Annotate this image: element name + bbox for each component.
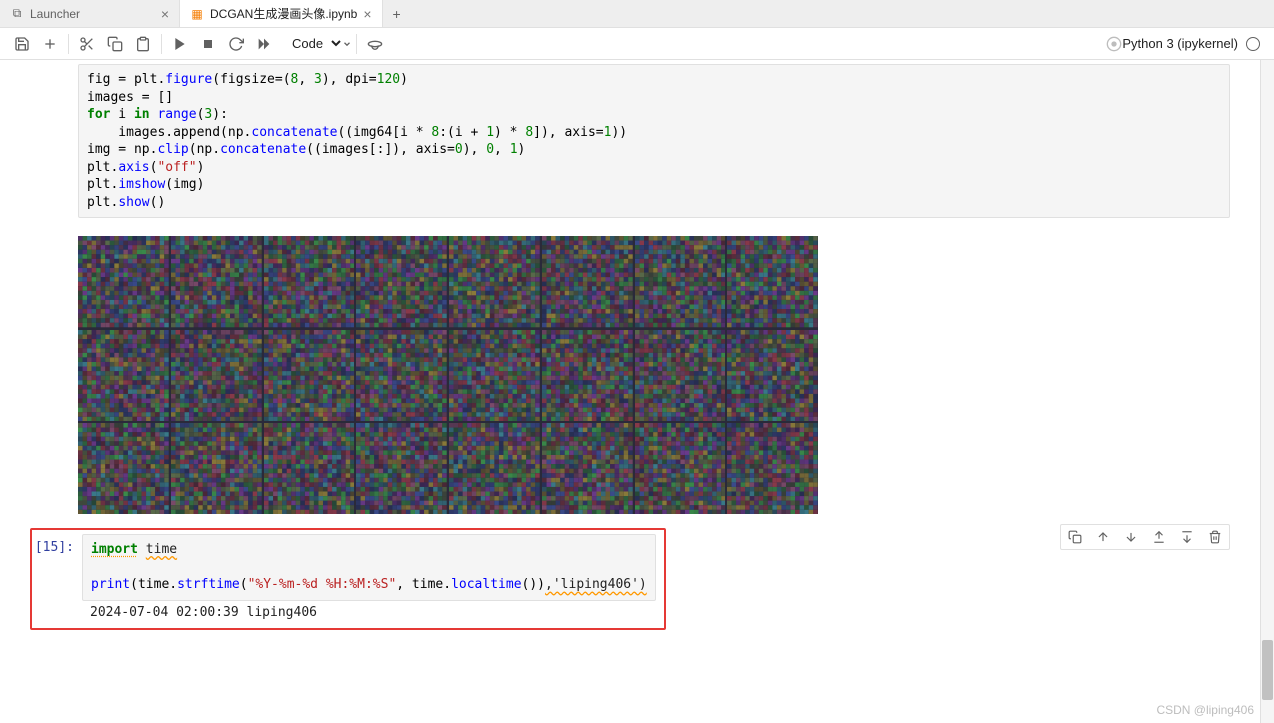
insert-above-button[interactable]: [1145, 525, 1173, 549]
insert-cell-button[interactable]: [36, 30, 64, 58]
code-input[interactable]: fig = plt.figure(figsize=(8, 3), dpi=120…: [78, 64, 1230, 218]
toolbar: Code Python 3 (ipykernel): [0, 28, 1274, 60]
restart-run-all-button[interactable]: [250, 30, 278, 58]
close-icon[interactable]: ×: [161, 6, 169, 22]
cell-output: [78, 218, 1230, 514]
code-input[interactable]: import time print(time.strftime("%Y-%m-%…: [82, 534, 656, 601]
notebook-content: fig = plt.figure(figsize=(8, 3), dpi=120…: [0, 60, 1260, 723]
paste-button[interactable]: [129, 30, 157, 58]
save-button[interactable]: [8, 30, 36, 58]
cell-prompt: [8, 64, 78, 524]
code-cell[interactable]: fig = plt.figure(figsize=(8, 3), dpi=120…: [0, 64, 1260, 524]
restart-button[interactable]: [222, 30, 250, 58]
delete-cell-button[interactable]: [1201, 525, 1229, 549]
cell-output-text: 2024-07-04 02:00:39 liping406: [82, 601, 656, 624]
scrollbar-thumb[interactable]: [1262, 640, 1273, 700]
tab-launcher[interactable]: ⧉ Launcher ×: [0, 0, 180, 27]
run-button[interactable]: [166, 30, 194, 58]
tab-label: Launcher: [30, 7, 80, 21]
watermark: CSDN @liping406: [1156, 703, 1254, 717]
close-icon[interactable]: ×: [363, 6, 371, 22]
trusted-icon: [1106, 36, 1122, 52]
add-tab-button[interactable]: +: [383, 0, 411, 27]
cell-type-select[interactable]: Code: [284, 33, 352, 54]
cut-button[interactable]: [73, 30, 101, 58]
cell-prompt: [15]:: [32, 534, 82, 624]
interrupt-button[interactable]: [194, 30, 222, 58]
kernel-name: Python 3 (ipykernel): [1122, 36, 1238, 51]
launcher-icon: ⧉: [10, 7, 24, 21]
kernel-selector[interactable]: Python 3 (ipykernel): [1122, 36, 1266, 51]
render-button[interactable]: [361, 30, 389, 58]
cell-type-dropdown[interactable]: Code: [284, 33, 344, 54]
output-image: [78, 236, 818, 514]
move-up-button[interactable]: [1089, 525, 1117, 549]
insert-below-button[interactable]: [1173, 525, 1201, 549]
duplicate-cell-button[interactable]: [1061, 525, 1089, 549]
notebook-icon: ▦: [190, 7, 204, 21]
move-down-button[interactable]: [1117, 525, 1145, 549]
tab-notebook[interactable]: ▦ DCGAN生成漫画头像.ipynb ×: [180, 0, 383, 27]
copy-button[interactable]: [101, 30, 129, 58]
cell-toolbar: [1060, 524, 1230, 550]
kernel-status-icon: [1246, 37, 1260, 51]
scrollbar[interactable]: [1260, 60, 1274, 723]
tab-label: DCGAN生成漫画头像.ipynb: [210, 5, 357, 22]
tab-bar: ⧉ Launcher × ▦ DCGAN生成漫画头像.ipynb × +: [0, 0, 1274, 28]
code-cell-active[interactable]: [15]: import time print(time.strftime("%…: [0, 528, 1260, 630]
